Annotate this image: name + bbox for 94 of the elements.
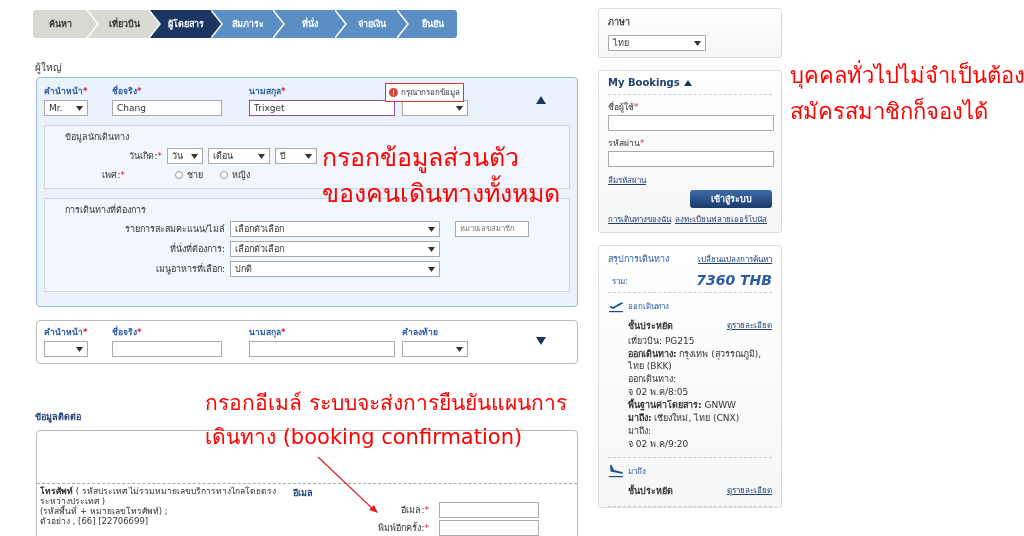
field-label: อีเมล:*	[401, 504, 429, 517]
radio-option[interactable]: หญิง	[220, 168, 250, 182]
phone-hint-text: โทรศัพท์ ( รหัสประเทศ ไม่รวมหมายเลขบริการทางไกลโดยตรงระหว่างประเทศ )	[40, 486, 278, 506]
caret-icon	[456, 346, 463, 352]
field-label: คำนำหน้า*	[44, 326, 88, 339]
caret-icon	[456, 105, 463, 111]
field-label: นามสกุล*	[249, 85, 286, 98]
caret-icon	[428, 226, 435, 232]
error-tooltip: กรุณากรอกข้อมูล	[385, 83, 464, 102]
flight-detail: เที่ยวบิน: PG215	[628, 335, 696, 347]
phone-hint-text: ตัวอย่าง , [66] [22706699]	[40, 516, 150, 526]
expand-arrow-icon[interactable]	[536, 337, 546, 345]
progress-step[interactable]: ค้นหา	[33, 10, 87, 38]
dropdown[interactable]	[44, 341, 88, 357]
change-search-link[interactable]: เปลี่ยนแปลงการค้นหา	[698, 252, 772, 266]
field-label: คำนำหน้า*	[44, 85, 88, 98]
text-field[interactable]	[249, 341, 395, 357]
dropdown[interactable]: เดือน	[208, 148, 270, 164]
landing-icon	[608, 464, 624, 478]
field-label: คำลงท้าย	[402, 326, 438, 339]
flight-detail: มาถึง:	[628, 425, 653, 437]
field-label: นามสกุล*	[249, 326, 286, 339]
field-label: รายการสะสมคะแนน/ไมล์	[123, 223, 225, 236]
panel-title: My Bookings	[608, 77, 680, 88]
caret-icon	[76, 346, 83, 352]
text-field[interactable]: Chang	[112, 100, 222, 116]
details-link[interactable]: ดูรายละเอียด	[727, 484, 772, 498]
flight-detail: ออกเดินทาง:	[628, 373, 678, 385]
collapse-arrow-icon[interactable]	[683, 79, 692, 86]
section-title: ข้อมูลนักเดินทาง	[65, 131, 130, 144]
text-field[interactable]	[608, 151, 774, 167]
text-field[interactable]	[608, 115, 774, 131]
sidebar-link[interactable]: การเดินทางของฉัน	[608, 213, 671, 226]
language-dropdown[interactable]: ไทย	[608, 35, 706, 51]
total-price: 7360 THB	[696, 272, 772, 288]
forgot-password-link[interactable]: ลืมรหัสผ่าน	[608, 176, 646, 185]
caret-icon	[76, 105, 83, 111]
dropdown[interactable]: ปกติ	[230, 261, 440, 277]
step-chevron-icon	[211, 10, 223, 38]
step-chevron-icon	[273, 10, 285, 38]
dropdown[interactable]: ปี	[275, 148, 317, 164]
annotation-text: บุคคลทั่วไปไม่จำเป็นต้อง สมัครสมาชิกก็จองได้	[790, 58, 1024, 130]
field-label: ที่นั่งที่ต้องการ:	[168, 242, 225, 256]
login-button[interactable]: เข้าสู่ระบบ	[690, 190, 772, 208]
flight-detail: มาถึง: เชียงใหม่, ไทย (CNX)	[628, 412, 741, 424]
field-label: วันเกิด:*	[128, 150, 162, 163]
field-label: ภาษา	[608, 16, 631, 29]
section-heading: ผู้ใหญ่	[35, 61, 63, 75]
caret-icon	[428, 266, 435, 272]
field-label: รหัสผ่าน*	[608, 137, 646, 150]
cabin-class: ชั้นประหยัด	[628, 319, 673, 333]
email-heading: อีเมล	[293, 487, 314, 500]
step-chevron-icon	[335, 10, 347, 38]
caret-icon	[694, 40, 701, 46]
field-label: เพศ:*	[101, 169, 125, 182]
radio-option[interactable]: ชาย	[175, 168, 203, 182]
pointer-arrow	[317, 456, 379, 514]
section-title: การเดินทางที่ต้องการ	[65, 203, 147, 217]
dropdown[interactable]: Mr.	[44, 100, 88, 116]
details-link[interactable]: ดูรายละเอียด	[727, 319, 772, 333]
total-label: รวม:	[611, 276, 628, 288]
email-field[interactable]	[439, 502, 539, 518]
text-field[interactable]	[112, 341, 222, 357]
flight-detail: จ 02 พ.ค/9:20	[628, 438, 690, 450]
field-label: ชื่อจริง*	[112, 325, 142, 339]
field-label: เมนูอาหารที่เลือก:	[154, 262, 225, 276]
caret-icon	[305, 153, 312, 159]
dropdown[interactable]	[402, 341, 468, 357]
warning-icon	[389, 88, 398, 97]
section-heading: ข้อมูลติดต่อ	[35, 411, 82, 424]
caret-icon	[428, 246, 435, 252]
phone-hint-text: (รหัสพื้นที่ + หมายเลขโทรศัพท์) ;	[40, 506, 169, 516]
segment-heading: มาถึง	[628, 465, 646, 478]
annotation-text: กรอกข้อมูลส่วนตัว ของคนเดินทางทั้งหมด	[322, 142, 560, 210]
flight-detail: จ 02 พ.ค/8:05	[628, 386, 690, 398]
field-label: ชื่อจริง*	[112, 84, 142, 98]
segment-heading: ออกเดินทาง	[628, 300, 669, 313]
panel-title: สรุปการเดินทาง	[608, 253, 669, 266]
email-field[interactable]	[439, 520, 539, 536]
dropdown[interactable]: วัน	[167, 148, 203, 164]
dropdown[interactable]: เลือกตัวเลือก	[230, 221, 440, 237]
field-label: พิมพ์อีกครั้ง:*	[378, 521, 429, 535]
flight-detail: พื้นฐานค่าโดยสาร: GNWW	[628, 399, 737, 411]
text-field[interactable]: Trixget	[249, 100, 395, 116]
field-label: ชื่อผู้ใช้*	[608, 100, 640, 114]
dropdown[interactable]: เลือกตัวเลือก	[230, 241, 440, 257]
caret-icon	[258, 153, 265, 159]
annotation-text: กรอกอีเมล์ ระบบจะส่งการยืนยันแผนการ เดินทาง (booking confirmation)	[205, 390, 567, 451]
caret-icon	[191, 153, 198, 159]
flight-detail: ออกเดินทาง: กรุงเทพ (สุวรรณภูมิ), ไทย (BKK)	[628, 348, 763, 372]
sidebar-link[interactable]: ลงทะเบียนฟลายเออร์โบนัส	[675, 213, 767, 226]
collapse-arrow-icon[interactable]	[536, 96, 546, 104]
step-chevron-icon	[397, 10, 409, 38]
cabin-class: ชั้นประหยัด	[628, 484, 673, 498]
